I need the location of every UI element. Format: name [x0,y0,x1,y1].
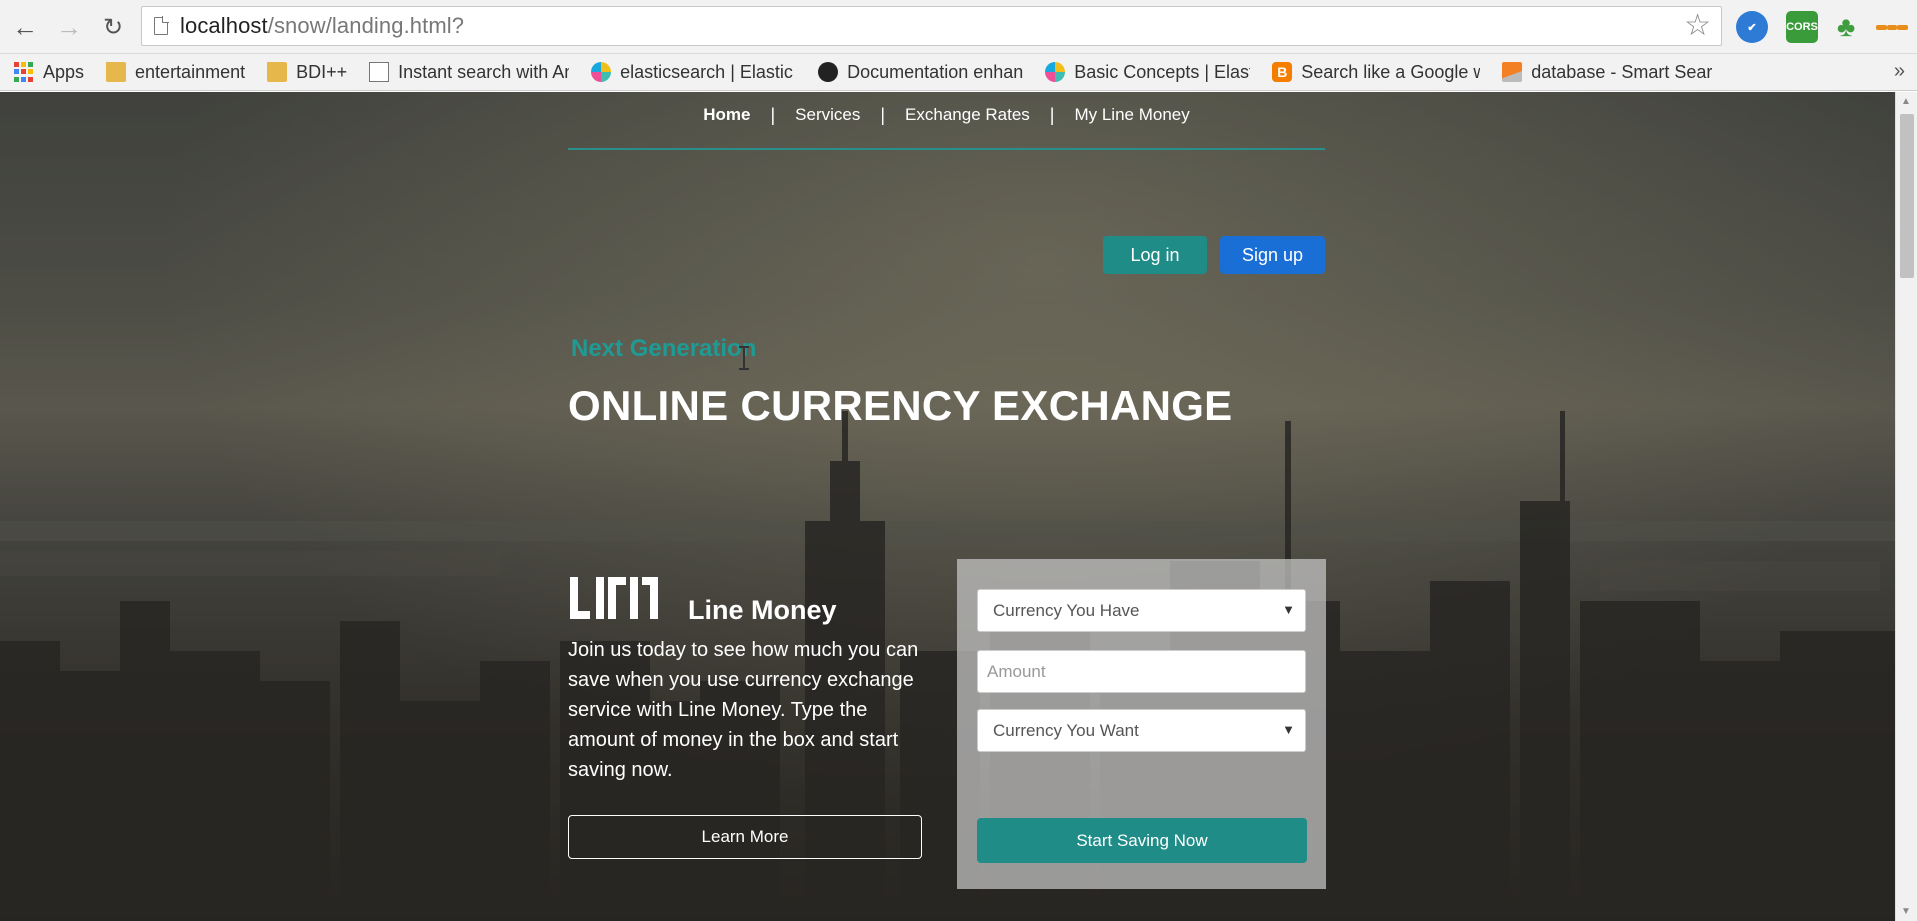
exchange-form-panel: Currency You Have ▼ Amount Currency You … [957,559,1326,889]
hero-headline: ONLINE CURRENCY EXCHANGE [568,382,1233,429]
forward-arrow-icon[interactable]: → [52,10,86,44]
chevron-down-icon: ▼ [1282,722,1295,737]
background-overlay [0,92,1895,921]
scroll-up-icon[interactable]: ▲ [1901,96,1911,107]
page-scrollbar[interactable]: ▲ ▼ [1895,92,1917,921]
scroll-down-icon[interactable]: ▼ [1901,906,1911,917]
chevron-down-icon: ▼ [1282,602,1295,617]
menu-icon[interactable] [1876,11,1909,43]
nav-exchange-rates[interactable]: Exchange Rates [885,105,1050,125]
bookmark-documentation[interactable]: Documentation enhan [818,62,1023,83]
back-arrow-icon[interactable]: ← [8,10,42,44]
bookmark-star-icon[interactable]: ☆ [1684,11,1711,41]
github-icon [818,62,839,82]
bookmark-apps[interactable]: Apps [14,62,84,83]
start-saving-button[interactable]: Start Saving Now [977,818,1307,863]
line-money-logo [570,577,658,619]
blogger-icon: B [1272,62,1293,82]
bookmark-entertainment[interactable]: entertainment [106,61,245,83]
amount-input[interactable]: Amount [977,650,1306,693]
elastic-icon [591,62,612,82]
learn-more-button[interactable]: Learn More [568,815,922,859]
more-bookmarks-icon[interactable]: » [1894,60,1905,83]
login-button[interactable]: Log in [1103,236,1207,274]
page-viewport: Home | Services | Exchange Rates | My Li… [0,92,1895,921]
cors-icon[interactable]: CORS [1786,11,1818,43]
brand-blurb: Join us today to see how much you can sa… [568,639,919,781]
address-bar[interactable]: localhost/snow/landing.html? ☆ [141,6,1722,46]
currency-have-select[interactable]: Currency You Have ▼ [977,589,1306,632]
hero-kicker: Next Generation [571,335,757,362]
bookmarks-bar: Apps entertainment BDI++ Instant search … [0,54,1917,91]
apps-grid-icon [14,62,34,82]
elastic-icon [1045,62,1066,82]
url-text[interactable]: localhost/snow/landing.html? [180,13,464,39]
bookmark-instant-search[interactable]: Instant search with An [369,62,569,83]
tree-icon[interactable]: ♣ [1830,11,1862,43]
brand-name: Line Money [688,595,837,625]
page-icon [154,16,169,35]
signup-button[interactable]: Sign up [1220,236,1325,274]
currency-want-select[interactable]: Currency You Want ▼ [977,709,1306,752]
bookmark-database[interactable]: database - Smart Sear [1502,62,1712,83]
bookmark-elasticsearch[interactable]: elasticsearch | Elastic I [591,62,796,83]
folder-icon [106,61,127,82]
chrome-ext-icon[interactable]: ✔ [1736,11,1768,43]
folder-icon [267,61,288,82]
nav-my-line-money[interactable]: My Line Money [1054,105,1209,125]
page-icon [369,62,390,82]
nav-home[interactable]: Home [683,105,770,125]
text-cursor-icon [739,346,749,370]
scrollbar-thumb[interactable] [1900,114,1914,278]
browser-toolbar: ← → ↻ localhost/snow/landing.html? ☆ ✔ C… [0,0,1917,54]
stackoverflow-icon [1502,62,1523,82]
reload-icon[interactable]: ↻ [96,10,130,44]
bookmark-search-like-google[interactable]: B Search like a Google w [1272,62,1480,83]
nav-services[interactable]: Services [775,105,880,125]
site-nav: Home | Services | Exchange Rates | My Li… [568,96,1325,150]
bookmark-basic-concepts[interactable]: Basic Concepts | Elasti [1045,62,1250,83]
bookmark-bdi[interactable]: BDI++ [267,61,347,83]
